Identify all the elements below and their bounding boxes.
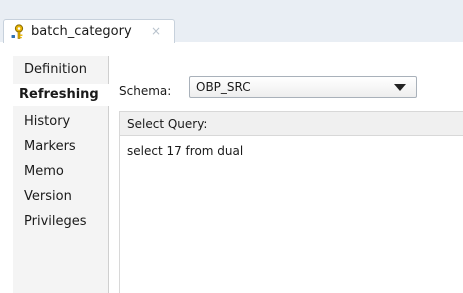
schema-dropdown[interactable]: OBP_SRC [189,76,417,98]
editor-tab-bar: batch_category × [0,0,463,43]
sidebar-item-definition[interactable]: Definition [24,62,87,77]
select-query-label: Select Query: [127,117,208,131]
editor-side-navigation: Definition Refreshing History Markers Me… [13,56,109,293]
sidebar-item-history[interactable]: History [24,114,70,129]
select-query-text: select 17 from dual [127,144,244,158]
close-icon[interactable]: × [151,24,161,38]
select-query-editor[interactable]: select 17 from dual [119,136,463,293]
object-editor-window: batch_category × Definition Refreshing H… [0,0,463,293]
schema-label: Schema: [119,84,172,98]
key-lock-icon [10,23,28,41]
schema-selected-value: OBP_SRC [196,80,251,94]
sidebar-item-version[interactable]: Version [24,189,72,204]
sidebar-item-memo[interactable]: Memo [24,164,64,179]
refreshing-panel: Schema: OBP_SRC Select Query: select 17 … [109,56,463,293]
tab-title: batch_category [31,24,132,39]
sidebar-item-markers[interactable]: Markers [24,139,76,154]
sidebar-item-privileges[interactable]: Privileges [24,214,87,229]
sidebar-item-refreshing[interactable]: Refreshing [13,84,109,106]
select-query-header: Select Query: [119,111,463,136]
tab-batch-category[interactable]: batch_category × [3,19,175,43]
chevron-down-icon [394,84,406,91]
